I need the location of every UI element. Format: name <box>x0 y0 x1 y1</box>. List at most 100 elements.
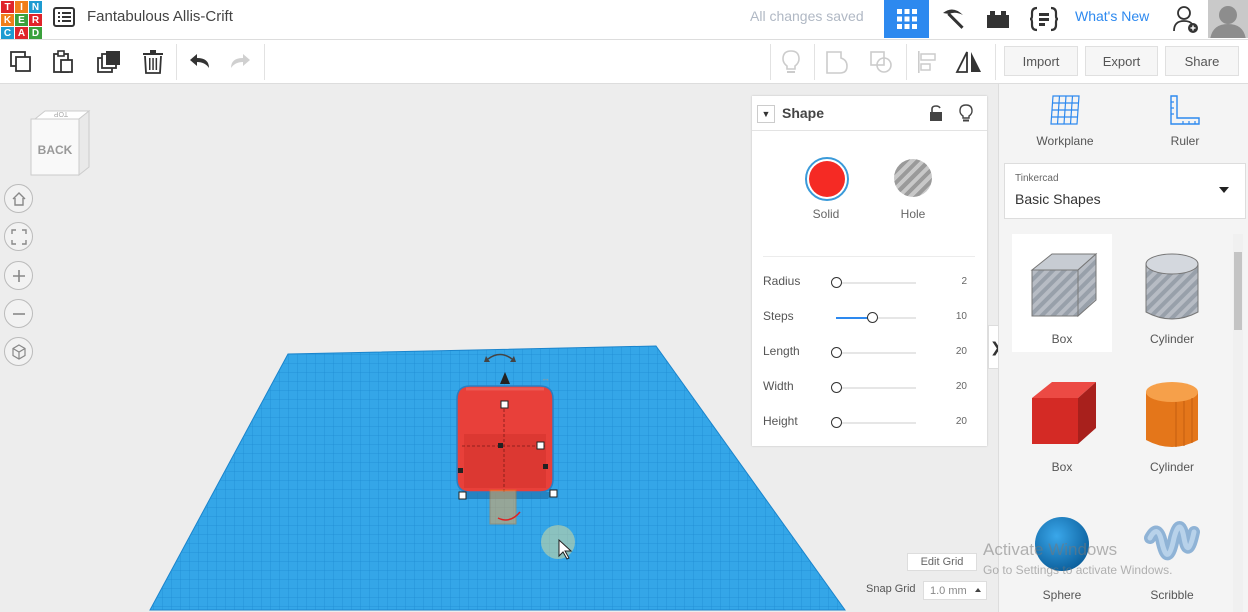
home-icon <box>12 191 25 206</box>
shape-box[interactable]: Box <box>1012 362 1112 480</box>
ruler-label: Ruler <box>1170 134 1200 148</box>
ruler-icon <box>1170 95 1200 125</box>
fit-view-button[interactable] <box>4 222 33 251</box>
width-slider[interactable] <box>836 387 916 389</box>
mirror-button[interactable] <box>954 47 984 77</box>
edit-grid-button[interactable]: Edit Grid <box>907 553 977 571</box>
undo-button[interactable] <box>184 47 214 77</box>
view-cube-face-label: BACK <box>37 143 73 157</box>
align-button[interactable] <box>912 47 942 77</box>
pickaxe-button[interactable] <box>930 0 975 38</box>
radius-slider-knob[interactable] <box>831 277 842 288</box>
solid-swatch[interactable] <box>805 157 849 201</box>
toolbar-divider <box>906 44 907 80</box>
steps-value[interactable]: 10 <box>937 311 967 322</box>
redo-button[interactable] <box>226 47 256 77</box>
group-button[interactable] <box>822 47 852 77</box>
shape-label: Cylinder <box>1149 332 1194 346</box>
width-label: Width <box>763 379 794 393</box>
scrollbar-thumb[interactable] <box>1234 252 1242 330</box>
bricks-icon <box>986 11 1009 28</box>
shape-library-select[interactable]: Tinkercad Basic Shapes <box>1004 163 1246 219</box>
svg-text:↕: ↕ <box>540 378 550 383</box>
view-cube[interactable]: TOP BACK <box>27 109 91 179</box>
copy-button[interactable] <box>6 47 36 77</box>
fit-view-icon <box>10 228 27 245</box>
shape-cylinder[interactable]: Cylinder <box>1122 362 1222 480</box>
whats-new-link[interactable]: What's New <box>1075 8 1149 24</box>
shapes-scrollbar[interactable] <box>1233 234 1243 612</box>
height-slider[interactable] <box>836 422 916 424</box>
workplane-icon <box>1050 95 1080 125</box>
shape-box-hole[interactable]: Box <box>1012 234 1112 352</box>
avatar[interactable] <box>1208 0 1248 38</box>
pickaxe-icon <box>942 9 964 29</box>
minus-icon <box>12 312 25 315</box>
snap-grid-select[interactable]: 1.0 mm <box>923 581 987 600</box>
delete-button[interactable] <box>138 47 168 77</box>
tinkercad-logo[interactable]: T I N K E R C A D <box>0 0 42 39</box>
perspective-button[interactable] <box>4 337 33 366</box>
length-slider-knob[interactable] <box>831 347 842 358</box>
cylinder-icon <box>1146 382 1198 447</box>
edit-toolbar: Import Export Share <box>0 40 1248 84</box>
lightbulb-icon[interactable] <box>959 104 973 123</box>
import-button[interactable]: Import <box>1004 46 1078 76</box>
toolbar-divider <box>770 44 771 80</box>
lock-icon[interactable] <box>929 105 943 122</box>
library-category: Tinkercad <box>1015 173 1059 184</box>
ungroup-button[interactable] <box>866 47 896 77</box>
top-bar: T I N K E R C A D Fantabulous Allis-Crif… <box>0 0 1248 40</box>
bricks-button[interactable] <box>975 0 1020 38</box>
radius-slider[interactable] <box>836 282 916 284</box>
steps-slider-knob[interactable] <box>867 312 878 323</box>
shape-scribble[interactable]: Scribble <box>1122 490 1222 608</box>
zoom-out-button[interactable] <box>4 299 33 328</box>
hole-swatch[interactable] <box>894 159 932 197</box>
width-slider-knob[interactable] <box>831 382 842 393</box>
chevron-up-icon <box>975 588 981 592</box>
inspector-title: Shape <box>782 105 825 121</box>
shape-label: Cylinder <box>1149 460 1194 474</box>
design-title[interactable]: Fantabulous Allis-Crift <box>87 8 233 25</box>
codeblocks-icon <box>1029 6 1058 32</box>
height-value[interactable]: 20 <box>937 416 967 427</box>
paste-icon <box>53 50 73 73</box>
toolbar-divider <box>814 44 815 80</box>
toolbar-divider <box>264 44 265 80</box>
shape-cylinder-hole[interactable]: Cylinder <box>1122 234 1222 352</box>
radius-value[interactable]: 2 <box>937 276 967 287</box>
grid-view-icon <box>896 9 917 29</box>
3d-design-view-button[interactable] <box>884 0 929 38</box>
chevron-down-icon <box>1219 187 1229 193</box>
home-view-button[interactable] <box>4 184 33 213</box>
copy-icon <box>10 51 31 72</box>
toolbar-divider <box>995 44 996 80</box>
shape-label: Sphere <box>1042 588 1082 602</box>
share-button[interactable]: Share <box>1165 46 1239 76</box>
snap-grid-value: 1.0 mm <box>930 585 967 597</box>
save-status: All changes saved <box>750 8 864 24</box>
workplane-button[interactable]: Workplane <box>1005 94 1125 154</box>
shape-inspector: ▼ Shape Solid Hole Radius 2 Steps 10 Len… <box>752 96 987 446</box>
codeblocks-button[interactable] <box>1021 0 1066 38</box>
width-value[interactable]: 20 <box>937 381 967 392</box>
add-user-button[interactable] <box>1163 0 1208 38</box>
duplicate-button[interactable] <box>94 47 124 77</box>
ruler-button[interactable]: Ruler <box>1125 94 1245 154</box>
snap-grid-label: Snap Grid <box>866 583 916 595</box>
svg-text:TOP: TOP <box>54 110 69 117</box>
length-value[interactable]: 20 <box>937 346 967 357</box>
export-button[interactable]: Export <box>1085 46 1158 76</box>
cube-outline-icon <box>11 343 26 360</box>
design-menu-icon[interactable] <box>53 7 75 27</box>
paste-button[interactable] <box>48 47 78 77</box>
height-slider-knob[interactable] <box>831 417 842 428</box>
workplane-label: Workplane <box>1036 134 1094 148</box>
height-label: Height <box>763 414 798 428</box>
align-icon <box>918 51 936 73</box>
show-all-button[interactable] <box>776 47 806 77</box>
length-slider[interactable] <box>836 352 916 354</box>
zoom-in-button[interactable] <box>4 261 33 290</box>
inspector-collapse-button[interactable]: ▼ <box>757 105 775 123</box>
